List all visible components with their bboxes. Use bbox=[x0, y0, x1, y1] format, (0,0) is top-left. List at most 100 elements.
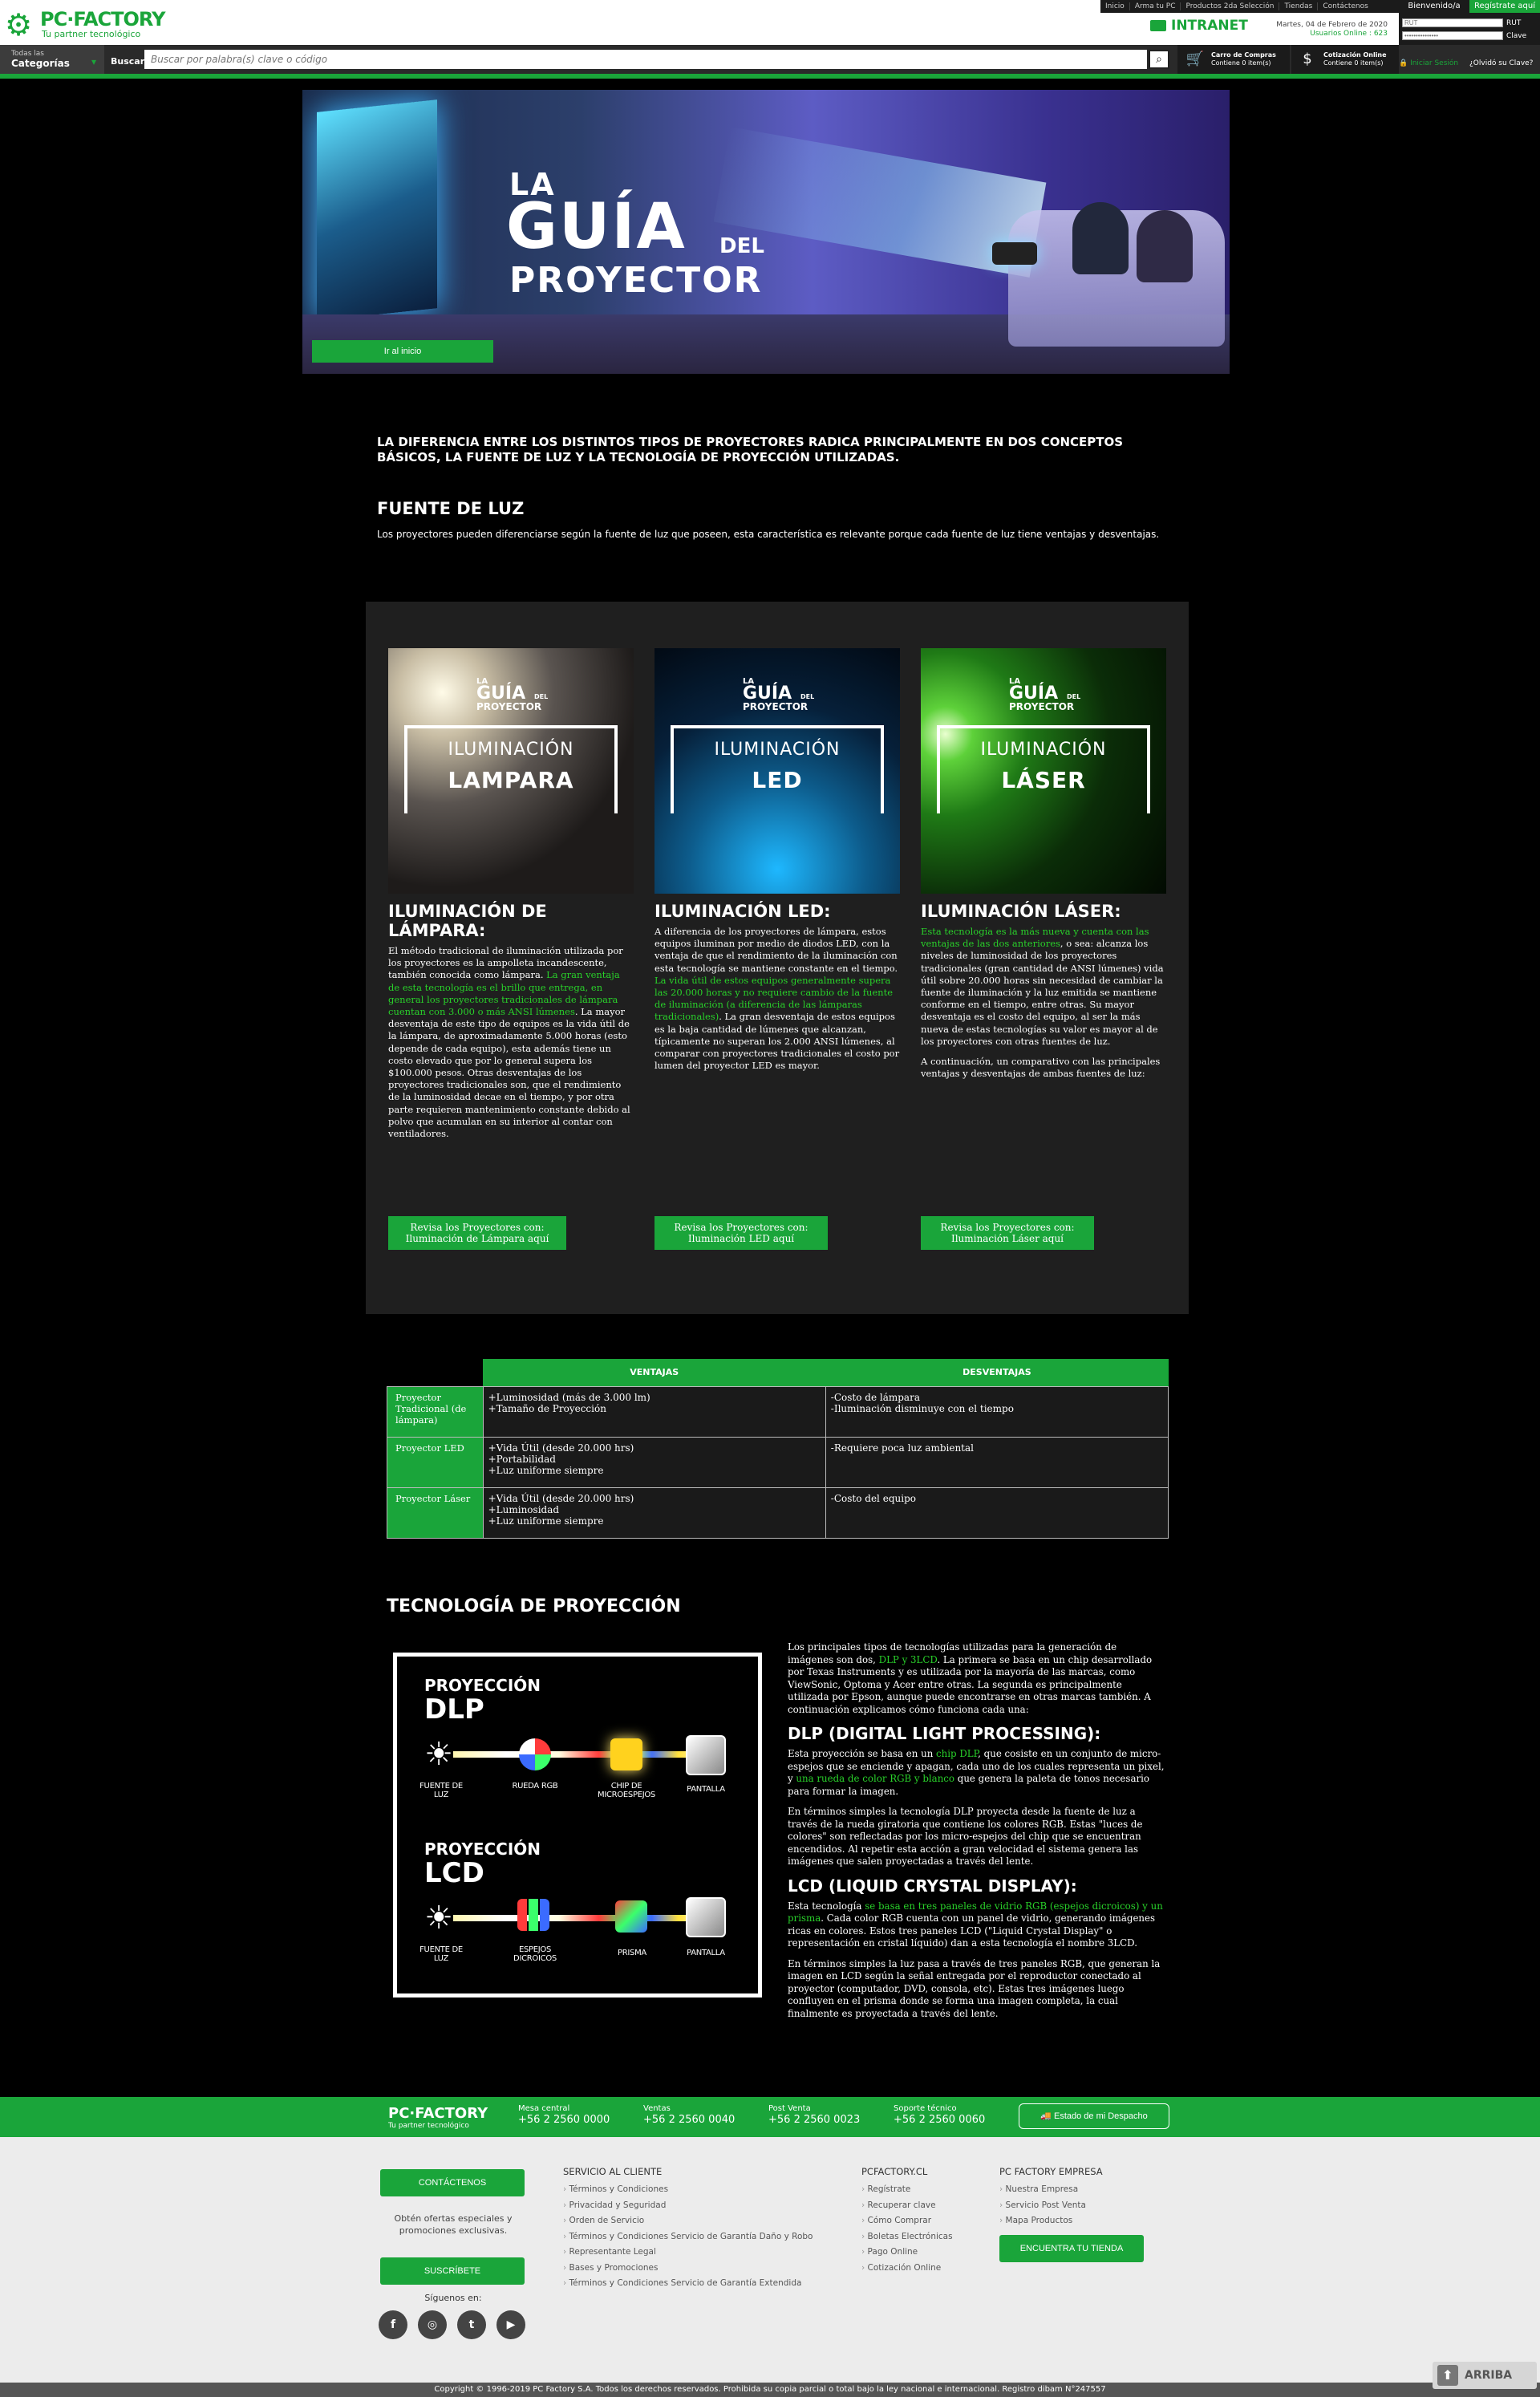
row-ventajas: +Vida Útil (desde 20.000 hrs) +Portabili… bbox=[482, 1436, 826, 1488]
logo-tagline: Tu partner tecnológico bbox=[42, 29, 141, 39]
shipping-status-button[interactable]: 🚚 Estado de mi Despacho bbox=[1019, 2103, 1169, 2129]
footer-link[interactable]: Términos y Condiciones Servicio de Garan… bbox=[563, 2276, 813, 2292]
footer-link[interactable]: Cotización Online bbox=[861, 2261, 953, 2277]
contact-number[interactable]: +56 2 2560 0040 bbox=[643, 2115, 735, 2126]
youtube-icon[interactable]: ▶ bbox=[496, 2310, 525, 2339]
contact-label: Mesa central bbox=[518, 2104, 570, 2113]
signin-link[interactable]: 🔒 Iniciar Sesión bbox=[1399, 59, 1458, 67]
footer-link[interactable]: Nuestra Empresa bbox=[999, 2182, 1103, 2198]
lcd-label-fuente: FUENTE DE LUZ bbox=[419, 1945, 463, 1963]
footer-link[interactable]: Recuperar clave bbox=[861, 2198, 953, 2214]
footer-link[interactable]: Bases y Promociones bbox=[563, 2261, 813, 2277]
footer-link[interactable]: Cómo Comprar bbox=[861, 2213, 953, 2229]
footer-link[interactable]: Boletas Electrónicas bbox=[861, 2229, 953, 2245]
contact-post-venta: Post Venta +56 2 2560 0023 bbox=[768, 2103, 860, 2126]
img-del: DEL bbox=[1067, 693, 1081, 700]
search-icon[interactable]: ⌕ bbox=[1149, 50, 1169, 69]
password-label: Clave bbox=[1506, 31, 1527, 40]
topnav-item-arma-pc[interactable]: Arma tu PC bbox=[1130, 2, 1181, 10]
laser-body: Esta tecnología es la más nueva y cuenta… bbox=[921, 926, 1166, 1080]
topnav-item-tiendas[interactable]: Tiendas bbox=[1279, 2, 1319, 10]
go-home-button[interactable]: Ir al inicio bbox=[312, 340, 493, 363]
lamp-card: LA GUÍA DEL PROYECTOR ILUMINACIÓN LAMPAR… bbox=[388, 648, 634, 1140]
truck-icon bbox=[1150, 20, 1166, 31]
dichroic-mirrors-icon bbox=[517, 1899, 549, 1931]
back-to-top-button[interactable]: ⬆ ARRIBA bbox=[1433, 2362, 1537, 2389]
dlp-title: DLP (DIGITAL LIGHT PROCESSING): bbox=[788, 1724, 1101, 1743]
dlp-label-pantalla: PANTALLA bbox=[687, 1785, 725, 1794]
service-title: SERVICIO AL CLIENTE bbox=[563, 2166, 663, 2177]
register-link[interactable]: Regístrate aquí bbox=[1469, 0, 1540, 13]
online-users: Usuarios Online : 623 bbox=[1310, 30, 1388, 38]
hero-title-del: DEL bbox=[719, 234, 764, 258]
search-label: Buscar: bbox=[111, 56, 148, 67]
hero-screen-image bbox=[317, 99, 437, 321]
row-desventajas: -Requiere poca luz ambiental bbox=[825, 1436, 1169, 1488]
shipping-status-label: Estado de mi Despacho bbox=[1053, 2111, 1148, 2121]
footer-link[interactable]: Servicio Post Venta bbox=[999, 2198, 1103, 2214]
img-proyector: PROYECTOR bbox=[1009, 701, 1075, 712]
footer-logo[interactable]: PC·FACTORY Tu partner tecnológico bbox=[388, 2105, 488, 2130]
contact-label: Ventas bbox=[643, 2104, 671, 2113]
table-row: Proyector LED +Vida Útil (desde 20.000 h… bbox=[387, 1436, 1169, 1488]
footer-link[interactable]: Términos y Condiciones bbox=[563, 2182, 813, 2198]
topnav-item-contactenos[interactable]: Contáctenos bbox=[1318, 2, 1372, 10]
contact-ventas: Ventas +56 2 2560 0040 bbox=[643, 2103, 735, 2126]
footer-link[interactable]: Términos y Condiciones Servicio de Garan… bbox=[563, 2229, 813, 2245]
hero-person bbox=[1137, 210, 1193, 282]
cart-button[interactable]: 🛒 Carro de Compras Contiene 0 item(s) bbox=[1177, 45, 1290, 74]
laser-title: ILUMINACIÓN LÁSER: bbox=[921, 902, 1121, 921]
categories-button[interactable]: Todas las Categorías ▾ bbox=[0, 45, 104, 74]
intranet-label: INTRANET bbox=[1171, 18, 1248, 34]
img-tipo: LED bbox=[752, 767, 803, 793]
contact-us-button[interactable]: CONTÁCTENOS bbox=[380, 2169, 525, 2196]
led-text-1: A diferencia de los proyectores de lámpa… bbox=[654, 926, 898, 974]
footer-link[interactable]: Mapa Productos bbox=[999, 2213, 1103, 2229]
img-iluminacion: ILUMINACIÓN bbox=[448, 740, 574, 760]
tec-p1-highlight: DLP y 3LCD bbox=[878, 1653, 938, 1665]
contact-number[interactable]: +56 2 2560 0000 bbox=[518, 2115, 610, 2126]
quote-text: Cotización Online Contiene 0 item(s) bbox=[1323, 51, 1387, 67]
quote-button[interactable]: $ Cotización Online Contiene 0 item(s) bbox=[1291, 45, 1399, 74]
signin-label: Iniciar Sesión bbox=[1410, 59, 1459, 67]
laser-projectors-button[interactable]: Revisa los Proyectores con: Iluminación … bbox=[921, 1216, 1094, 1250]
subscribe-button[interactable]: SUSCRÍBETE bbox=[380, 2257, 525, 2285]
dlp-label-chip: CHIP DE MICROESPEJOS bbox=[598, 1782, 655, 1799]
password-input[interactable] bbox=[1402, 31, 1503, 40]
instagram-icon[interactable]: ◎ bbox=[418, 2310, 447, 2339]
facebook-icon[interactable]: f bbox=[379, 2310, 407, 2339]
topnav-item-inicio[interactable]: Inicio bbox=[1100, 2, 1130, 10]
dlp-light-path bbox=[453, 1751, 718, 1758]
footer-link[interactable]: Pago Online bbox=[861, 2245, 953, 2261]
footer-link[interactable]: Privacidad y Seguridad bbox=[563, 2198, 813, 2214]
led-projectors-button[interactable]: Revisa los Proyectores con: Iluminación … bbox=[654, 1216, 828, 1250]
table-row: Proyector Láser +Vida Útil (desde 20.000… bbox=[387, 1486, 1169, 1539]
footer-link[interactable]: Regístrate bbox=[861, 2182, 953, 2198]
intranet-link[interactable]: INTRANET bbox=[1150, 18, 1248, 34]
rut-input[interactable] bbox=[1402, 18, 1503, 27]
dlp-heading-2: DLP bbox=[424, 1693, 484, 1726]
footer-link[interactable]: Representante Legal bbox=[563, 2245, 813, 2261]
lamp-title: ILUMINACIÓN DE LÁMPARA: bbox=[388, 902, 547, 940]
pcfactory-logo[interactable]: ⚙ PC·FACTORY Tu partner tecnológico bbox=[5, 5, 165, 40]
search-input[interactable] bbox=[144, 50, 1147, 69]
fuente-title: FUENTE DE LUZ bbox=[377, 499, 525, 518]
dlp-label-fuente: FUENTE DE LUZ bbox=[419, 1782, 463, 1799]
find-store-button[interactable]: ENCUENTRA TU TIENDA bbox=[999, 2235, 1144, 2262]
tecnologia-text: Los principales tipos de tecnologías uti… bbox=[788, 1641, 1165, 2028]
password-row: Clave bbox=[1402, 30, 1537, 41]
comparison-table: VENTAJAS DESVENTAJAS Proyector Tradicion… bbox=[387, 1359, 1169, 1539]
cart-count: Contiene 0 item(s) bbox=[1211, 59, 1271, 67]
laser-text-2: , o sea: alcanza los niveles de luminosi… bbox=[921, 938, 1164, 1047]
lamp-text-2: . La mayor desventaja de este tipo de eq… bbox=[388, 1006, 630, 1140]
forgot-password-link[interactable]: ¿Olvidó su Clave? bbox=[1469, 59, 1533, 67]
contact-label: Soporte técnico bbox=[894, 2104, 957, 2113]
footer-link[interactable]: Orden de Servicio bbox=[563, 2213, 813, 2229]
projection-diagram: PROYECCIÓN DLP ☀ FUENTE DE LUZ RUEDA RGB… bbox=[393, 1653, 762, 1998]
topnav-item-2da-seleccion[interactable]: Productos 2da Selección bbox=[1181, 2, 1280, 10]
hero-banner: LA GUÍA DEL PROYECTOR Ir al inicio bbox=[302, 90, 1230, 374]
contact-number[interactable]: +56 2 2560 0060 bbox=[894, 2115, 985, 2126]
twitter-icon[interactable]: t bbox=[457, 2310, 486, 2339]
lamp-projectors-button[interactable]: Revisa los Proyectores con: Iluminación … bbox=[388, 1216, 566, 1250]
contact-number[interactable]: +56 2 2560 0023 bbox=[768, 2115, 860, 2126]
